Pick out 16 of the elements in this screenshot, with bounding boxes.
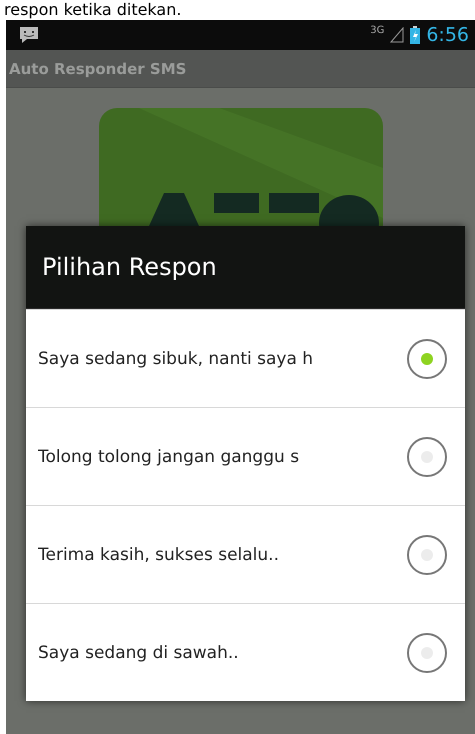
radio-button[interactable]: [407, 534, 447, 574]
app-title: Auto Responder SMS: [9, 60, 186, 78]
option-label[interactable]: Terima kasih, sukses selalu..: [38, 544, 407, 564]
clock-time: 6:56: [426, 24, 469, 46]
dialog-title: Pilihan Respon: [42, 253, 217, 281]
message-icon: [18, 25, 40, 45]
signal-icon: [390, 27, 404, 43]
radio-button[interactable]: [407, 338, 447, 378]
option-label[interactable]: Saya sedang sibuk, nanti saya h: [38, 348, 407, 368]
page-caption: respon ketika ditekan.: [4, 0, 182, 20]
radio-button[interactable]: [407, 632, 447, 672]
option-label[interactable]: Tolong tolong jangan ganggu s: [38, 446, 407, 466]
option-label[interactable]: Saya sedang di sawah..: [38, 642, 407, 662]
network-label: 3G: [370, 25, 384, 36]
battery-icon: [410, 26, 420, 44]
radio-button[interactable]: [407, 436, 447, 476]
